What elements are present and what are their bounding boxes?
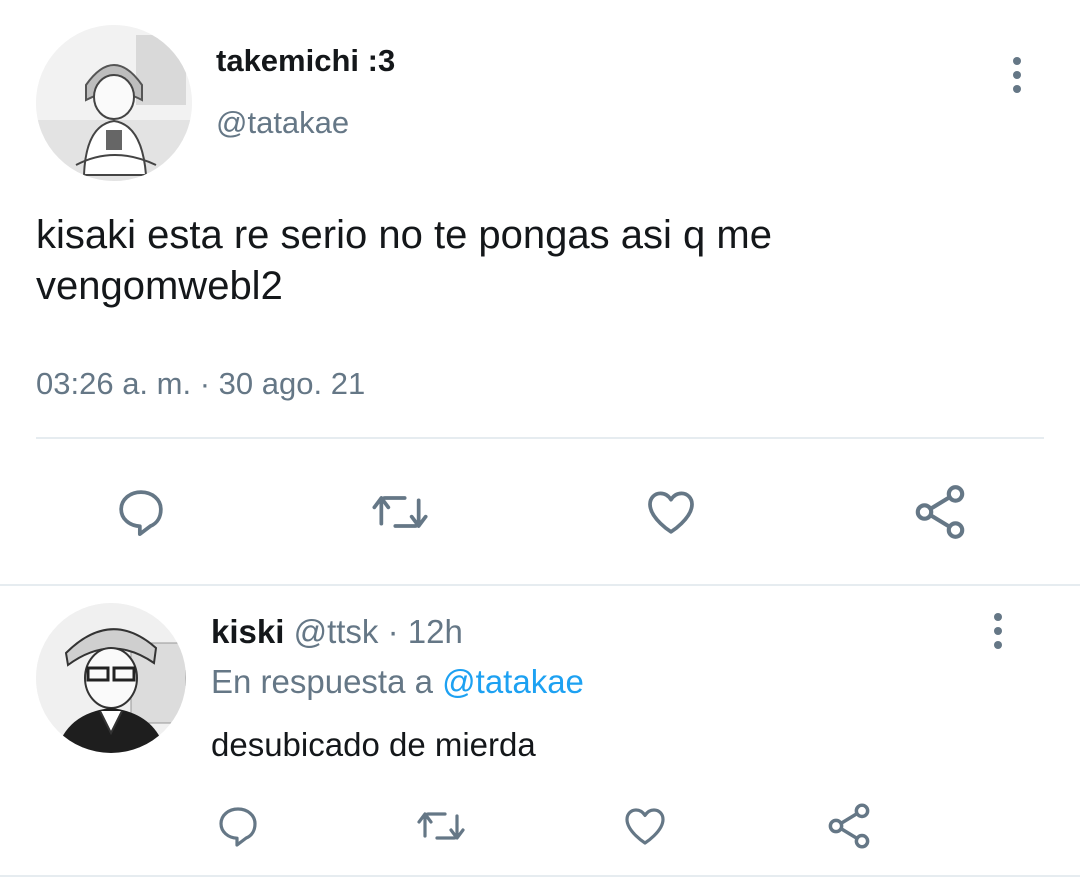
share-button[interactable] <box>904 480 976 544</box>
reply-button[interactable] <box>106 482 176 542</box>
more-options-icon[interactable] <box>1012 57 1022 93</box>
tweet-age[interactable]: 12h <box>408 613 463 650</box>
mention-link[interactable]: @tatakae <box>442 663 584 700</box>
retweet-button[interactable] <box>362 482 438 542</box>
retweet-icon <box>417 812 465 840</box>
avatar-illustration <box>36 603 186 753</box>
handle[interactable]: @ttsk <box>294 613 379 650</box>
tweet-text-line: vengomwebl2 <box>36 264 283 308</box>
separator-dot: · <box>199 366 211 401</box>
tweet-timestamp[interactable]: 03:26 a. m. · 30 ago. 21 <box>36 364 365 404</box>
display-name[interactable]: takemichi :3 <box>216 42 395 80</box>
avatar[interactable] <box>36 603 186 753</box>
like-button[interactable] <box>617 800 673 852</box>
tweet-date: 30 ago. 21 <box>218 366 366 401</box>
more-options-icon[interactable] <box>993 613 1003 649</box>
share-icon <box>828 803 870 849</box>
reply-prefix: En respuesta a <box>211 663 433 700</box>
like-icon <box>625 808 665 845</box>
tweet-time: 03:26 a. m. <box>36 366 192 401</box>
tweet-text: kisaki esta re serio no te pongas asi q … <box>36 210 772 312</box>
handle[interactable]: @tatakae <box>216 104 349 142</box>
like-icon <box>648 491 694 534</box>
reply-button[interactable] <box>210 800 266 852</box>
divider <box>0 875 1080 877</box>
display-name[interactable]: kiski <box>211 613 284 650</box>
tweet-text: desubicado de mierda <box>211 726 536 763</box>
reply-icon <box>119 490 163 537</box>
reply-header: kiski @ttsk · 12h <box>211 611 463 653</box>
reply-icon <box>219 807 257 847</box>
retweet-icon <box>372 496 428 528</box>
tweet-text-line: kisaki esta re serio no te pongas asi q … <box>36 213 772 257</box>
avatar[interactable] <box>36 25 192 181</box>
divider <box>36 437 1044 439</box>
divider <box>0 584 1080 586</box>
share-icon <box>915 485 965 539</box>
separator-dot: · <box>387 613 399 650</box>
avatar-illustration <box>36 25 192 181</box>
share-button[interactable] <box>820 798 878 854</box>
like-button[interactable] <box>636 482 706 542</box>
reply-context: En respuesta a @tatakae <box>211 661 584 703</box>
retweet-button[interactable] <box>410 800 472 852</box>
